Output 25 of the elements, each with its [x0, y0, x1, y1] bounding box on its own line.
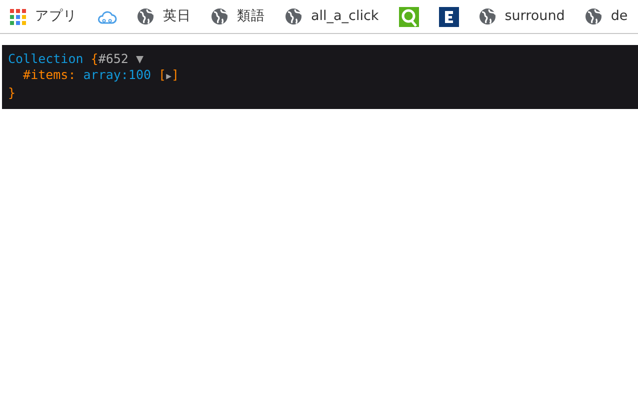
bookmark[interactable]: 英日 — [137, 6, 191, 27]
globe-icon — [211, 8, 228, 25]
globe-icon — [584, 8, 602, 25]
object-id: #652 — [98, 51, 128, 66]
brace: } — [8, 85, 16, 100]
property-colon: : — [68, 67, 76, 82]
bookmark[interactable]: 類語 — [211, 6, 265, 27]
property-value: array:100 — [83, 67, 151, 82]
e-logo-icon — [438, 6, 459, 26]
cloud-icon — [97, 8, 117, 24]
expand-button[interactable]: [▶] — [158, 67, 180, 85]
bookmark[interactable]: all_a_click — [285, 6, 379, 27]
globe-icon — [478, 8, 496, 25]
brace: { — [90, 51, 98, 66]
apps-grid-icon — [10, 8, 26, 24]
bookmark[interactable] — [438, 6, 459, 26]
globe-icon — [285, 8, 302, 25]
bookmark[interactable]: アプリ — [10, 6, 77, 27]
globe-icon — [137, 8, 154, 25]
bookmark[interactable]: de — [584, 6, 628, 27]
bookmark[interactable]: surround — [478, 6, 565, 27]
class-name: Collection — [8, 51, 84, 66]
q-logo-icon — [398, 6, 419, 26]
property-name: #items — [23, 67, 68, 82]
collapse-toggle[interactable]: ▼ — [136, 51, 144, 66]
